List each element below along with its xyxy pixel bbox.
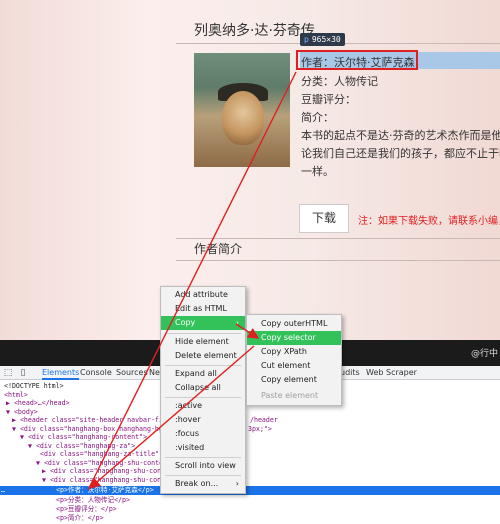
- submenu-item-copy-selector[interactable]: Copy selector: [247, 331, 341, 345]
- menu-item-copy-label: Copy: [175, 318, 196, 327]
- description-line-2: 论我们自己还是我们的孩子，都应不止于吸收知: [301, 147, 500, 160]
- menu-separator: [165, 457, 241, 458]
- dom-node[interactable]: ▶ <header class="site-header navbar-fi/h…: [0, 416, 500, 425]
- book-cover-image: [194, 53, 290, 167]
- dom-node-text: /header: [250, 416, 278, 424]
- author-intro-heading: 作者简介: [194, 242, 243, 256]
- tooltip-tag-name: p: [304, 35, 309, 44]
- menu-item-break-on-label: Break on...: [175, 479, 219, 488]
- menu-separator: [165, 333, 241, 334]
- submenu-item-copy-outerhtml[interactable]: Copy outerHTML: [247, 317, 341, 331]
- submenu-item-copy-xpath[interactable]: Copy XPath: [247, 345, 341, 359]
- dom-node-text: <p>豆瓣评分：</p>: [56, 505, 117, 513]
- menu-separator: [165, 475, 241, 476]
- submenu-arrow-icon: ›: [235, 479, 239, 488]
- section-divider: [176, 260, 500, 261]
- dom-node-text: ▶ <header class="site-header navbar-fi: [12, 416, 163, 424]
- douban-rating-line: 豆瓣评分：: [301, 93, 356, 106]
- menu-item-expand-all[interactable]: Expand all: [161, 367, 245, 381]
- category-line: 分类：人物传记: [301, 75, 378, 88]
- submenu-item-paste-element[interactable]: Paste element: [247, 389, 341, 403]
- tab-web-scraper[interactable]: Web Scraper: [366, 366, 417, 380]
- menu-separator: [165, 365, 241, 366]
- description-line-1: 本书的起点不是达·芬奇的艺术杰作而是他令人震: [301, 129, 500, 142]
- dom-node[interactable]: <p>分类：人物传记</p>: [0, 496, 500, 505]
- submenu-item-cut-element[interactable]: Cut element: [247, 359, 341, 373]
- author-annotation-box: [296, 50, 418, 70]
- dom-node[interactable]: <p>豆瓣评分：</p>: [0, 505, 500, 514]
- tab-sources[interactable]: Sources: [116, 366, 148, 380]
- dom-node[interactable]: <p>简介：</p>: [0, 514, 500, 523]
- menu-item-add-attribute[interactable]: Add attribute: [161, 288, 245, 302]
- dom-node-text: ▼ <div class="hanghang-box hanghang-bg: [12, 425, 163, 433]
- dom-node-text: ▼ <body>: [6, 408, 38, 416]
- intro-label: 简介：: [301, 111, 334, 124]
- dom-node-text: ▼ <div class="hanghang-content">: [20, 433, 148, 441]
- dom-node-text: ▶ <div class="hanghang-shu-cont: [42, 467, 166, 475]
- submenu-item-copy-element[interactable]: Copy element: [247, 373, 341, 387]
- menu-item-break-on[interactable]: Break on... ›: [161, 477, 245, 491]
- menu-item-force-visited[interactable]: :visited: [161, 441, 245, 455]
- dom-node-text: ▼ <div class="hanghang-shu-conten: [36, 459, 168, 467]
- dom-node-text: <p>作者：沃尔特·艾萨克森</p>: [56, 486, 154, 494]
- dom-node-text: ▼ <div class="hanghang-shu-cont: [42, 476, 166, 484]
- menu-separator: [165, 397, 241, 398]
- dom-node-text: ▶ <head>…</head>: [6, 399, 70, 407]
- menu-item-delete-element[interactable]: Delete element: [161, 349, 245, 363]
- tab-audits[interactable]: udits: [340, 366, 360, 380]
- dom-node-text: <html>: [4, 391, 28, 399]
- cover-portrait-shape: [222, 91, 264, 145]
- dom-node[interactable]: ▼ <div class="hanghang-content">: [0, 433, 500, 442]
- dom-node[interactable]: ▶ <div class="hanghang-shu-cont: [0, 467, 500, 476]
- download-button[interactable]: 下载: [299, 204, 349, 233]
- submenu-arrow-icon: ›: [235, 318, 239, 327]
- dom-node-text: ▼ <div class="hanghang-za">: [28, 442, 136, 450]
- menu-item-scroll-into-view[interactable]: Scroll into view: [161, 459, 245, 473]
- dom-node-text: <p>分类：人物传记</p>: [56, 496, 130, 504]
- book-title: 列奥纳多·达·芬奇传: [194, 23, 315, 39]
- dom-node-text: <p>简介：</p>: [56, 514, 104, 522]
- dom-node[interactable]: ▼ <div class="hanghang-shu-cont: [0, 476, 500, 485]
- site-watermark-text: @行中: [470, 349, 498, 359]
- dom-node-text: <div class="hanghang-za-title": [40, 450, 160, 458]
- dom-node-text: <!DOCTYPE html>: [4, 382, 64, 390]
- copy-submenu: Copy outerHTML Copy selector Copy XPath …: [246, 314, 342, 406]
- menu-item-force-focus[interactable]: :focus: [161, 427, 245, 441]
- menu-item-force-active[interactable]: :active: [161, 399, 245, 413]
- element-inspect-tooltip: p 965×30: [300, 33, 345, 46]
- menu-item-collapse-all[interactable]: Collapse all: [161, 381, 245, 395]
- download-note: 注：如果下载失败，请联系小编，: [358, 216, 500, 227]
- tab-elements[interactable]: Elements: [42, 366, 80, 380]
- dom-node[interactable]: <div class="hanghang-za-title": [0, 450, 500, 459]
- dom-gutter-marker: …: [1, 486, 5, 494]
- book-detail-page: 列奥纳多·达·芬奇传 p 965×30 作者：沃尔特·艾萨克森 分类：人物传记 豆…: [0, 0, 500, 340]
- description-line-3: 一样。: [301, 165, 334, 178]
- dom-node-selected[interactable]: … <p>作者：沃尔特·艾萨克森</p>: [0, 486, 500, 495]
- menu-item-force-hover[interactable]: :hover: [161, 413, 245, 427]
- tab-network[interactable]: Ne: [149, 366, 160, 380]
- section-divider: [176, 238, 500, 239]
- tooltip-size: 965×30: [311, 35, 341, 44]
- device-toolbar-icon[interactable]: ▯: [18, 368, 28, 378]
- menu-item-edit-as-html[interactable]: Edit as HTML: [161, 302, 245, 316]
- menu-item-hide-element[interactable]: Hide element: [161, 335, 245, 349]
- inspect-element-icon[interactable]: ⬚: [3, 368, 13, 378]
- tab-console[interactable]: Console: [80, 366, 112, 380]
- context-menu: Add attribute Edit as HTML Copy › Hide el…: [160, 286, 246, 494]
- menu-item-copy[interactable]: Copy ›: [161, 316, 245, 330]
